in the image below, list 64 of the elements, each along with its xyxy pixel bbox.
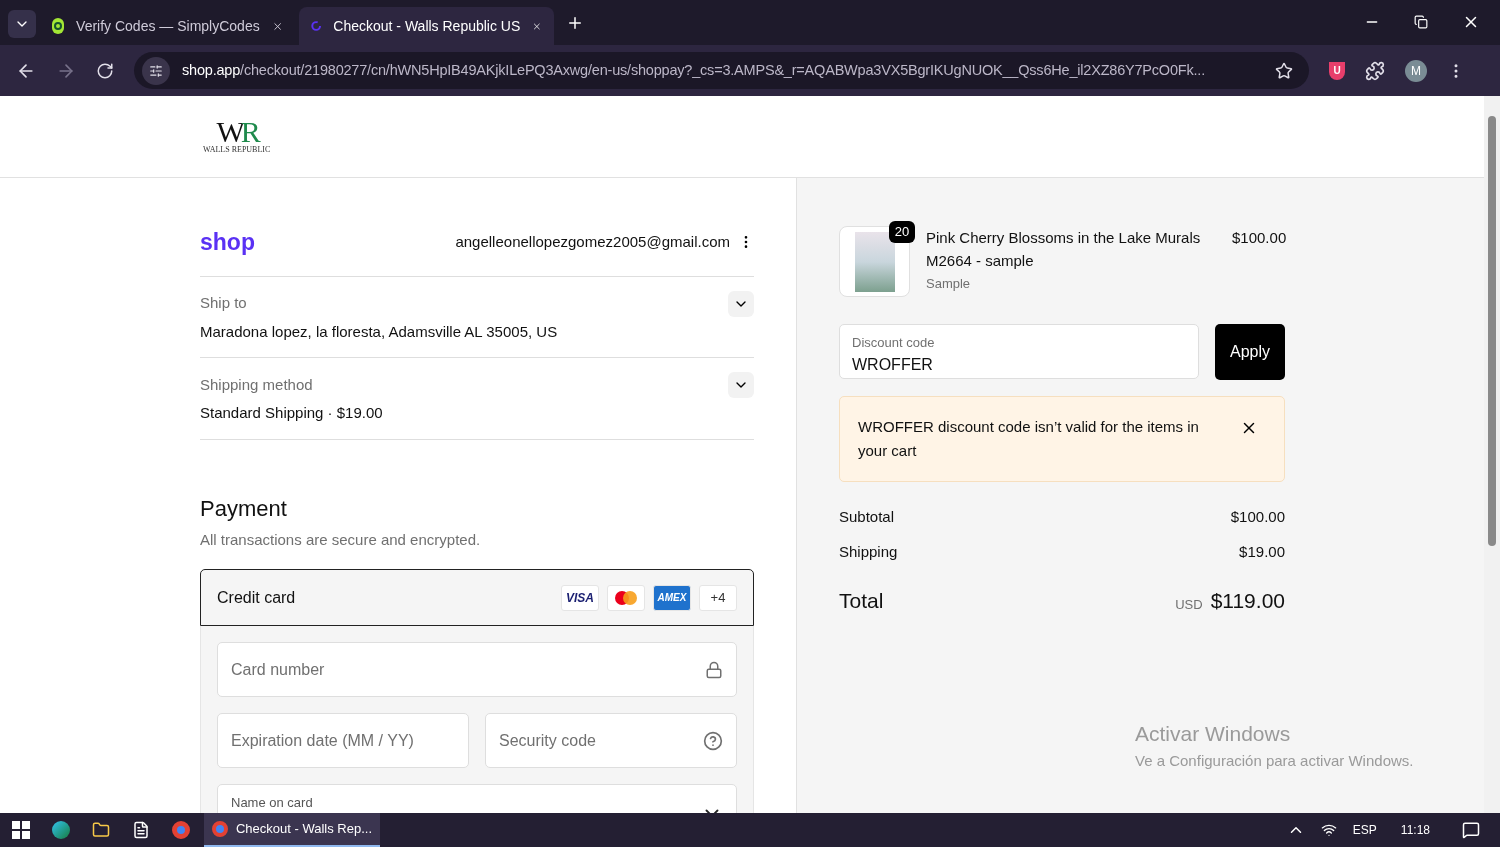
error-banner: WROFFER discount code isn’t valid for the items in your cart [839,396,1285,482]
summary-value: $100.00 [1230,507,1285,527]
address-bar[interactable]: shop.app/checkout/21980277/cn/hWN5HpIB49AKjkILePQ3Axwg/en-us/shoppay?_cs=3.AMPS&_r=AQABWpa3VX5BgrIKUgNUOK__Qss6He_il2XZ86Y7PcO0Fk... [134,52,1309,89]
expand-toggle[interactable] [728,372,754,398]
more-cards-count: +4 [699,584,737,611]
artwork-placeholder [854,231,895,292]
expand-toggle[interactable] [728,290,754,317]
tab-favicon-icon [311,18,322,34]
name-on-card-field[interactable]: Name on card [217,784,737,813]
scrollbar[interactable] [1484,96,1500,813]
restore-icon[interactable] [1414,15,1428,29]
shop-logo: shop [200,228,255,257]
card-input-field[interactable]: Expiration date (MM / YY) [217,713,469,768]
edge-icon[interactable] [52,821,70,839]
extensions-icon[interactable] [1365,60,1385,81]
tab-list-button[interactable] [8,10,36,38]
section-label: Shipping method [200,374,313,395]
card-input-field[interactable]: Card number [217,642,737,697]
summary-label: Subtotal [839,507,895,527]
network-icon[interactable] [1320,822,1337,838]
discount-code-field[interactable]: Discount code WROFFER [839,324,1199,379]
visa-logo: VISA [561,584,599,611]
summary-value: $19.00 [1239,541,1285,562]
total-label: Total [839,588,884,614]
apply-button[interactable]: Apply [1215,324,1285,380]
section-value: Maradona lopez, la floresta, Adamsville AL 35005, US [200,321,559,342]
file-icon[interactable] [132,821,150,839]
chrome-icon[interactable] [172,821,190,839]
section-value: Standard Shipping · $19.00 [200,403,384,423]
mastercard-logo [607,584,645,611]
activation-notice-title: Activar Windows [1135,721,1292,747]
product-title: Pink Cherry Blossoms in the Lake Murals M2664 - sample [926,228,1202,271]
help-icon [703,730,723,751]
site-settings-icon[interactable] [142,56,170,85]
browser-tab[interactable]: Checkout - Walls Republic US [299,7,554,45]
quantity-badge: 20 [889,221,915,243]
extension-shield-icon[interactable]: U [1329,61,1345,80]
folder-icon[interactable] [92,821,110,839]
total-amount: $119.00 [1210,588,1285,614]
credit-card-option[interactable]: Credit card VISA AMEX +4 [200,569,754,626]
product-price: $100.00 [1232,228,1287,248]
new-tab-icon[interactable] [566,14,584,32]
section-label: Ship to [200,293,247,314]
payment-subtitle: All transactions are secure and encrypted. [200,529,482,550]
notifications-icon[interactable] [1462,821,1480,839]
summary-label: Shipping [839,541,898,562]
payment-title: Payment [200,494,288,523]
bookmark-star-icon[interactable] [1275,61,1293,80]
reload-icon[interactable] [96,61,114,80]
lock-icon [705,660,723,679]
store-logo[interactable]: WR WALLS REPUBLIC [203,119,271,154]
account-email: angelleonellopezgomez2005@gmail.com [455,232,730,252]
total-currency: USD [1175,596,1203,614]
clock[interactable]: 11:18 [1400,821,1430,839]
browser-tab[interactable]: Verify Codes — SimplyCodes [40,7,295,45]
language-indicator[interactable]: ESP [1352,821,1377,839]
taskbar-app[interactable]: Checkout - Walls Rep... [204,813,380,847]
tab-favicon-icon [52,18,65,34]
card-input-field[interactable]: Security code [485,713,737,768]
product-variant: Sample [926,275,972,293]
url-text: shop.app/checkout/21980277/cn/hWN5HpIB49AKjkILePQ3Axwg/en-us/shoppay?_cs=3.AMPS&_r=AQABWpa3VX5BgrIKUgNUOK__Qss6He_il2XZ86Y7PcO0Fk... [182,60,1206,80]
activation-notice-text: Ve a Configuración para activar Windows. [1135,750,1414,771]
start-menu-icon[interactable] [12,821,30,839]
amex-logo: AMEX [653,584,691,611]
